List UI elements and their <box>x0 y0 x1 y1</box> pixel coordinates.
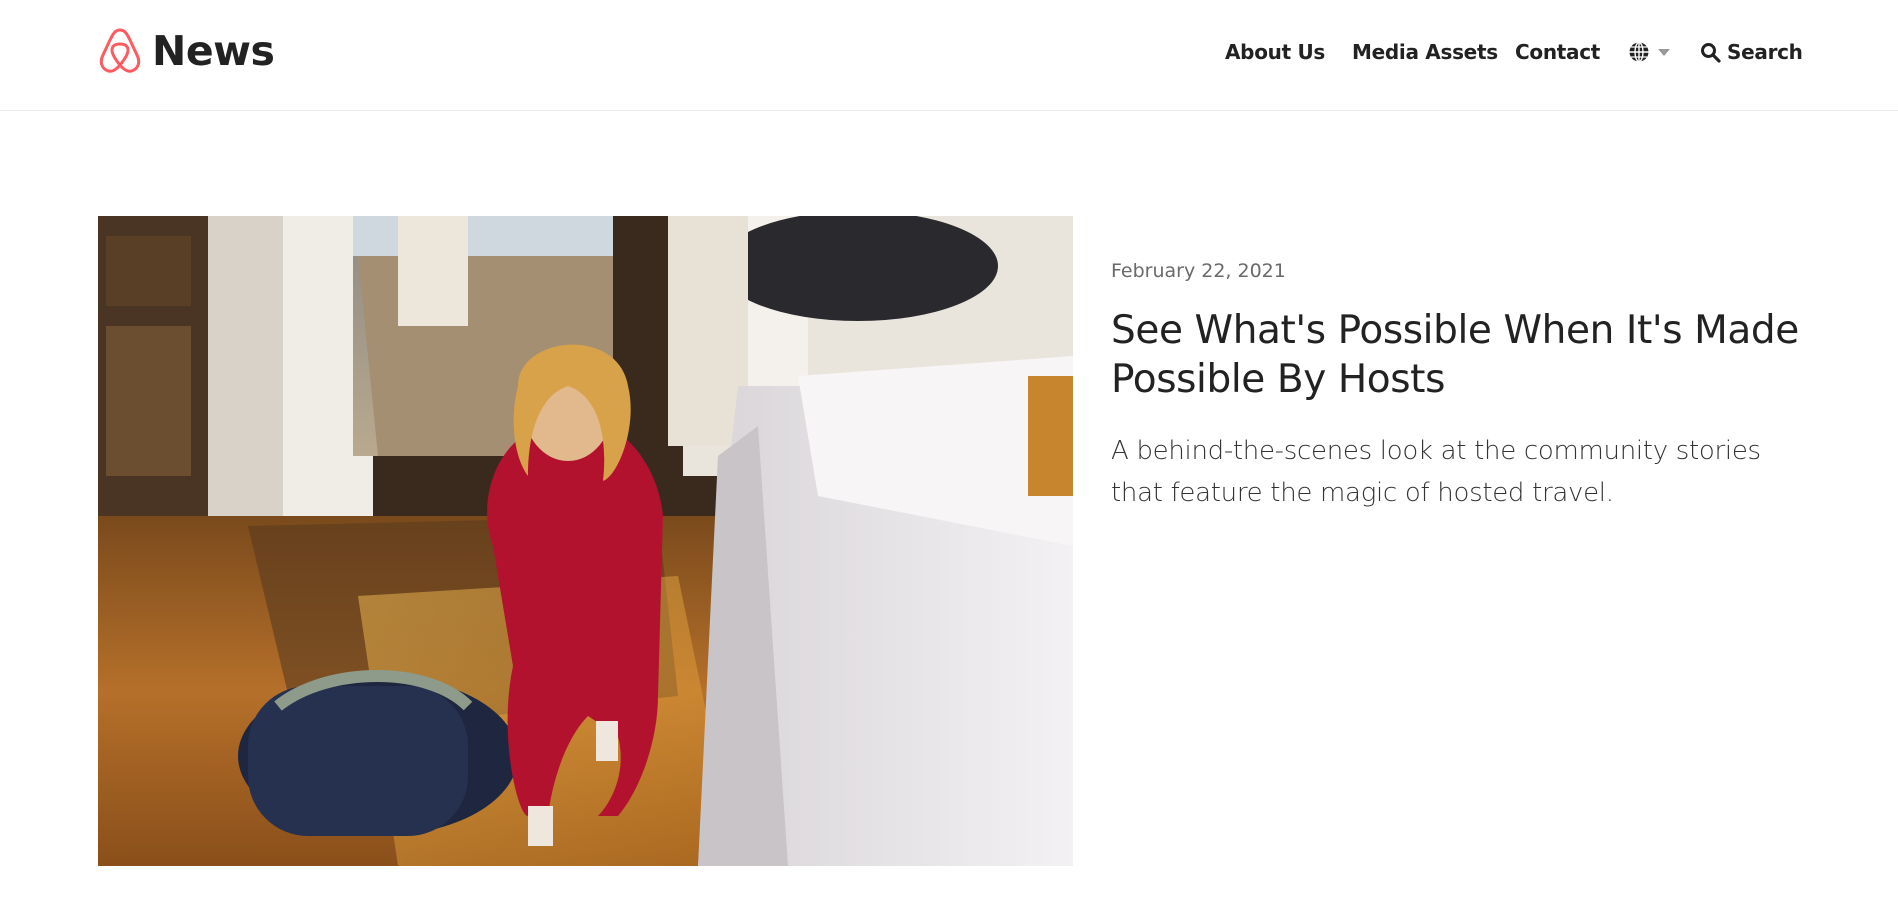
search-icon <box>1701 42 1721 63</box>
featured-article-image[interactable] <box>98 216 1073 866</box>
search-button[interactable]: Search <box>1700 38 1803 66</box>
search-label: Search <box>1727 40 1803 64</box>
site-header: News About Us Media Assets Contact Searc… <box>0 0 1898 111</box>
main-nav: About Us Media Assets Contact Search <box>0 38 1898 68</box>
nav-contact[interactable]: Contact <box>1515 38 1600 66</box>
featured-article: February 22, 2021 See What's Possible Wh… <box>1111 256 1811 514</box>
nav-media-assets[interactable]: Media Assets <box>1352 38 1498 66</box>
globe-icon <box>1629 41 1649 63</box>
nav-about-us[interactable]: About Us <box>1225 38 1325 66</box>
article-title-link[interactable]: See What's Possible When It's Made Possi… <box>1111 306 1811 404</box>
article-summary: A behind-the-scenes look at the communit… <box>1111 436 1761 508</box>
language-selector[interactable] <box>1628 41 1670 63</box>
article-date: February 22, 2021 <box>1111 260 1286 282</box>
chevron-down-icon <box>1658 48 1670 56</box>
